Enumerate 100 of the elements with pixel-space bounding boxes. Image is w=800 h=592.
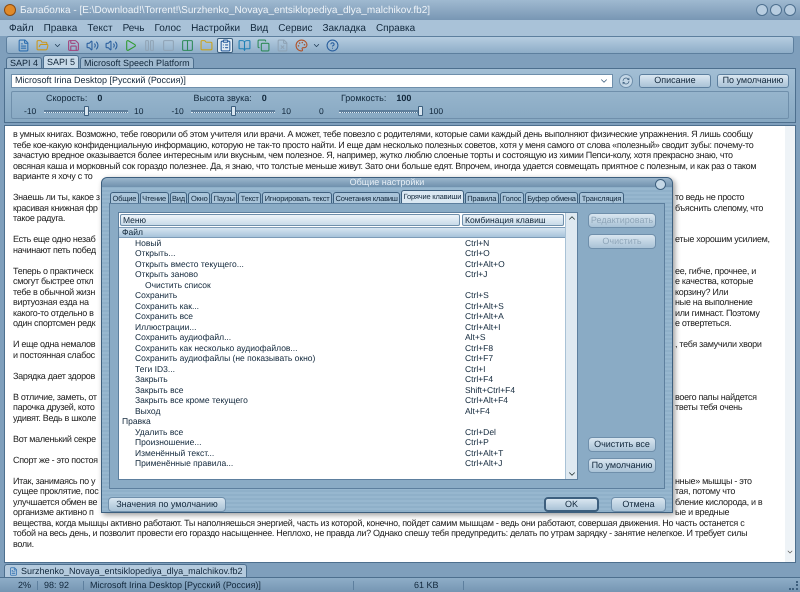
text-line: и постоянная слабос bbox=[13, 350, 95, 360]
command-label: Изменённый текст... bbox=[134, 448, 216, 457]
column-header[interactable]: Комбинация клавиш bbox=[462, 214, 564, 226]
voice-button[interactable]: По умолчанию bbox=[717, 74, 789, 88]
engine-tab[interactable]: SAPI 4 bbox=[6, 57, 42, 68]
text-line: или гимнаст. Поэтому bbox=[675, 308, 760, 318]
menu-item[interactable]: Текст bbox=[82, 20, 118, 36]
document-tab[interactable]: Surzhenko_Novaya_entsiklopediya_dlya_malchikov.fb2 bbox=[4, 564, 248, 577]
tree-row[interactable]: Изменённый текст... Ctrl+Alt+T bbox=[119, 448, 565, 458]
shortcut-label: Ctrl+Del bbox=[465, 428, 497, 436]
clipboard-icon[interactable] bbox=[217, 38, 233, 52]
tree-row[interactable]: Закрыть все Shift+Ctrl+F4 bbox=[119, 384, 565, 395]
window-title: Балаболка - [E:\Download!\Torrent!\Surzhenko_Novaya_entsiklopediya_dlya_malchikov.fb2] bbox=[20, 4, 430, 18]
tree-row[interactable]: Открыть заново Ctrl+J bbox=[119, 269, 565, 280]
status-field: Microsoft Irina Desktop [Русский (Россия)] bbox=[84, 580, 354, 590]
text-line: И еще одна немалов bbox=[13, 339, 96, 350]
shortcut-label: Ctrl+Alt+I bbox=[465, 322, 502, 331]
list-scrollbar[interactable] bbox=[565, 213, 577, 479]
menu-item[interactable]: Закладка bbox=[317, 20, 371, 36]
slider[interactable] bbox=[338, 106, 423, 116]
text-line: виртуозная езда на bbox=[13, 297, 89, 308]
slider-thumb[interactable] bbox=[230, 106, 236, 116]
tree-row[interactable]: Закрыть Ctrl+F4 bbox=[119, 374, 565, 384]
command-label: Удалить все bbox=[134, 428, 184, 436]
menu-item[interactable]: Речь bbox=[118, 20, 150, 36]
tree-row[interactable]: Новый Ctrl+N bbox=[119, 238, 565, 248]
tree-row[interactable]: Очистить список bbox=[119, 280, 565, 290]
menu-item[interactable]: Вид bbox=[245, 20, 274, 36]
speaker-icon[interactable] bbox=[103, 38, 119, 52]
document-icon bbox=[9, 566, 18, 576]
text-line: начинают петь побед bbox=[13, 244, 96, 255]
save-icon[interactable] bbox=[65, 38, 81, 52]
dialog-button[interactable]: Очистить все bbox=[588, 437, 656, 452]
copy-icon[interactable] bbox=[255, 38, 271, 52]
slider-max: 10 bbox=[281, 106, 291, 116]
tree-row[interactable]: Сохранить как... Ctrl+Alt+S bbox=[119, 300, 565, 311]
column-header[interactable]: Меню bbox=[120, 214, 460, 226]
slider[interactable] bbox=[191, 106, 276, 116]
shortcut-label: Ctrl+Alt+T bbox=[465, 448, 504, 457]
menu-item[interactable]: Справка bbox=[370, 20, 420, 36]
slider-thumb[interactable] bbox=[418, 106, 423, 116]
scroll-down-icon[interactable] bbox=[786, 548, 794, 556]
speaker-icon[interactable] bbox=[84, 38, 100, 52]
scrollbar[interactable] bbox=[785, 126, 795, 562]
dialog-button[interactable]: Значения по умолчанию bbox=[108, 497, 226, 512]
menu-item[interactable]: Файл bbox=[4, 20, 39, 36]
columns-icon[interactable] bbox=[179, 38, 195, 52]
dialog-button[interactable]: Отмена bbox=[611, 497, 666, 512]
resize-grip-icon[interactable] bbox=[789, 580, 798, 590]
tree-row[interactable]: Файл bbox=[119, 227, 565, 238]
text-line: вещества, когда мышцы активно работают. Ты наполняешься энергией, часть из которой, конечно, пойдет самим мышцам - ведь они работают, совершая движения. Но часть останется с bbox=[13, 518, 746, 528]
command-label: Очистить список bbox=[144, 280, 212, 289]
help-icon[interactable] bbox=[324, 38, 340, 52]
dialog-button[interactable]: По умолчанию bbox=[588, 458, 656, 473]
menu-item[interactable]: Сервис bbox=[273, 20, 318, 36]
tree-row[interactable]: Правка bbox=[119, 416, 565, 426]
tree-row[interactable]: Сохранить аудиофайл... Alt+S bbox=[119, 332, 565, 342]
voice-value: Microsoft Irina Desktop [Русский (Россия)] bbox=[15, 76, 186, 85]
tree-row[interactable]: Открыть... Ctrl+O bbox=[119, 248, 565, 258]
menu-item[interactable]: Голос bbox=[149, 20, 186, 36]
book-icon[interactable] bbox=[236, 38, 252, 52]
text-line: Вот маленький секре bbox=[13, 434, 96, 444]
shortcut-label: Ctrl+Alt+S bbox=[465, 302, 505, 310]
slider[interactable] bbox=[44, 106, 128, 116]
command-label: Открыть... bbox=[134, 249, 176, 258]
menu-item[interactable]: Настройки bbox=[186, 20, 246, 36]
text-line: парочка друзей, кото bbox=[13, 402, 95, 412]
shortcut-label: Ctrl+Alt+J bbox=[465, 459, 504, 468]
slider-label: Высота звука: bbox=[193, 94, 252, 103]
shortcut-label: Ctrl+P bbox=[465, 438, 490, 446]
slider-max: 10 bbox=[134, 106, 144, 116]
tree-row[interactable]: Сохранить все Ctrl+Alt+A bbox=[119, 311, 565, 322]
tree-row[interactable]: Применённые правила... Ctrl+Alt+J bbox=[119, 458, 565, 468]
tree-row[interactable]: Произношение... Ctrl+P bbox=[119, 437, 565, 448]
tree-row[interactable]: Выход Alt+F4 bbox=[119, 406, 565, 416]
tree-row[interactable]: Закрыть все кроме текущего Ctrl+Alt+F4 bbox=[119, 395, 565, 406]
refresh-icon[interactable] bbox=[619, 74, 633, 88]
voice-dropdown[interactable]: Microsoft Irina Desktop [Русский (Россия)] bbox=[11, 74, 613, 88]
tree-row[interactable]: Сохранить аудиофайлы (не показывать окно) Ctrl+F7 bbox=[119, 353, 565, 364]
command-label: Открыть заново bbox=[134, 270, 199, 278]
slider-value: 100 bbox=[396, 94, 412, 103]
menu-item[interactable]: Правка bbox=[38, 20, 82, 36]
tree-row[interactable]: Теги ID3... Ctrl+I bbox=[119, 364, 565, 374]
command-label: Сохранить аудиофайлы (не показывать окно) bbox=[134, 354, 316, 362]
voice-button[interactable]: Описание bbox=[639, 74, 711, 88]
text-line: тебе в обычной жизн bbox=[13, 286, 96, 297]
text-line: воли. bbox=[13, 538, 35, 549]
tree-row[interactable]: Сохранить как несколько аудиофайлов... Ctrl+F8 bbox=[119, 342, 565, 353]
tree-row[interactable]: Иллюстрации... Ctrl+Alt+I bbox=[119, 322, 565, 332]
tree-row[interactable]: Удалить все Ctrl+Del bbox=[119, 426, 565, 437]
slider-thumb[interactable] bbox=[84, 106, 88, 116]
tree-row[interactable]: Сохранить Ctrl+S bbox=[119, 290, 565, 300]
engine-tab[interactable]: SAPI 5 bbox=[43, 55, 80, 68]
dialog-button[interactable]: OK bbox=[544, 497, 599, 512]
text-line: один спортсмен редк bbox=[13, 318, 96, 328]
palette-icon[interactable] bbox=[293, 38, 309, 52]
text-line: Знаешь ли ты, какое з bbox=[13, 192, 100, 202]
engine-tab[interactable]: Microsoft Speech Platform bbox=[80, 57, 194, 68]
tree-row[interactable]: Открыть вместо текущего... Ctrl+Alt+O bbox=[119, 258, 565, 269]
text-line: какого-то отдельно в bbox=[13, 308, 94, 318]
